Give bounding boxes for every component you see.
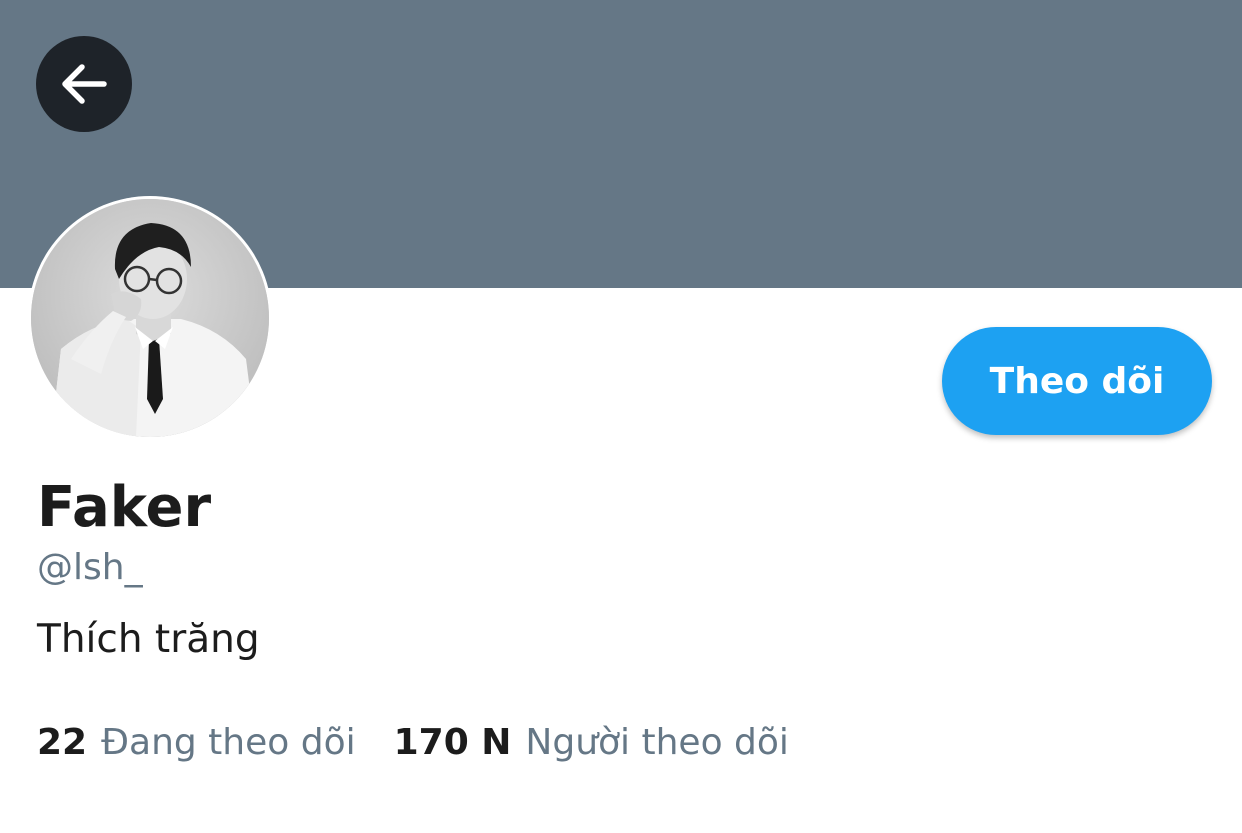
followers-count: 170 N (393, 722, 512, 763)
following-stat[interactable]: 22 Đang theo dõi (37, 718, 356, 768)
followers-stat[interactable]: 170 N Người theo dõi (394, 718, 789, 768)
profile-stats: 22 Đang theo dõi 170 N Người theo dõi (37, 718, 789, 768)
back-button[interactable] (36, 36, 132, 132)
user-handle: @lsh_ (37, 547, 143, 588)
arrow-left-icon (62, 64, 107, 104)
profile-bio: Thích trăng (37, 617, 260, 662)
avatar[interactable] (28, 196, 272, 440)
following-count: 22 (37, 722, 88, 763)
following-label: Đang theo dõi (101, 722, 356, 763)
followers-label: Người theo dõi (525, 722, 789, 763)
follow-button[interactable]: Theo dõi (942, 327, 1212, 435)
display-name: Faker (37, 475, 212, 540)
avatar-photo (31, 199, 269, 437)
